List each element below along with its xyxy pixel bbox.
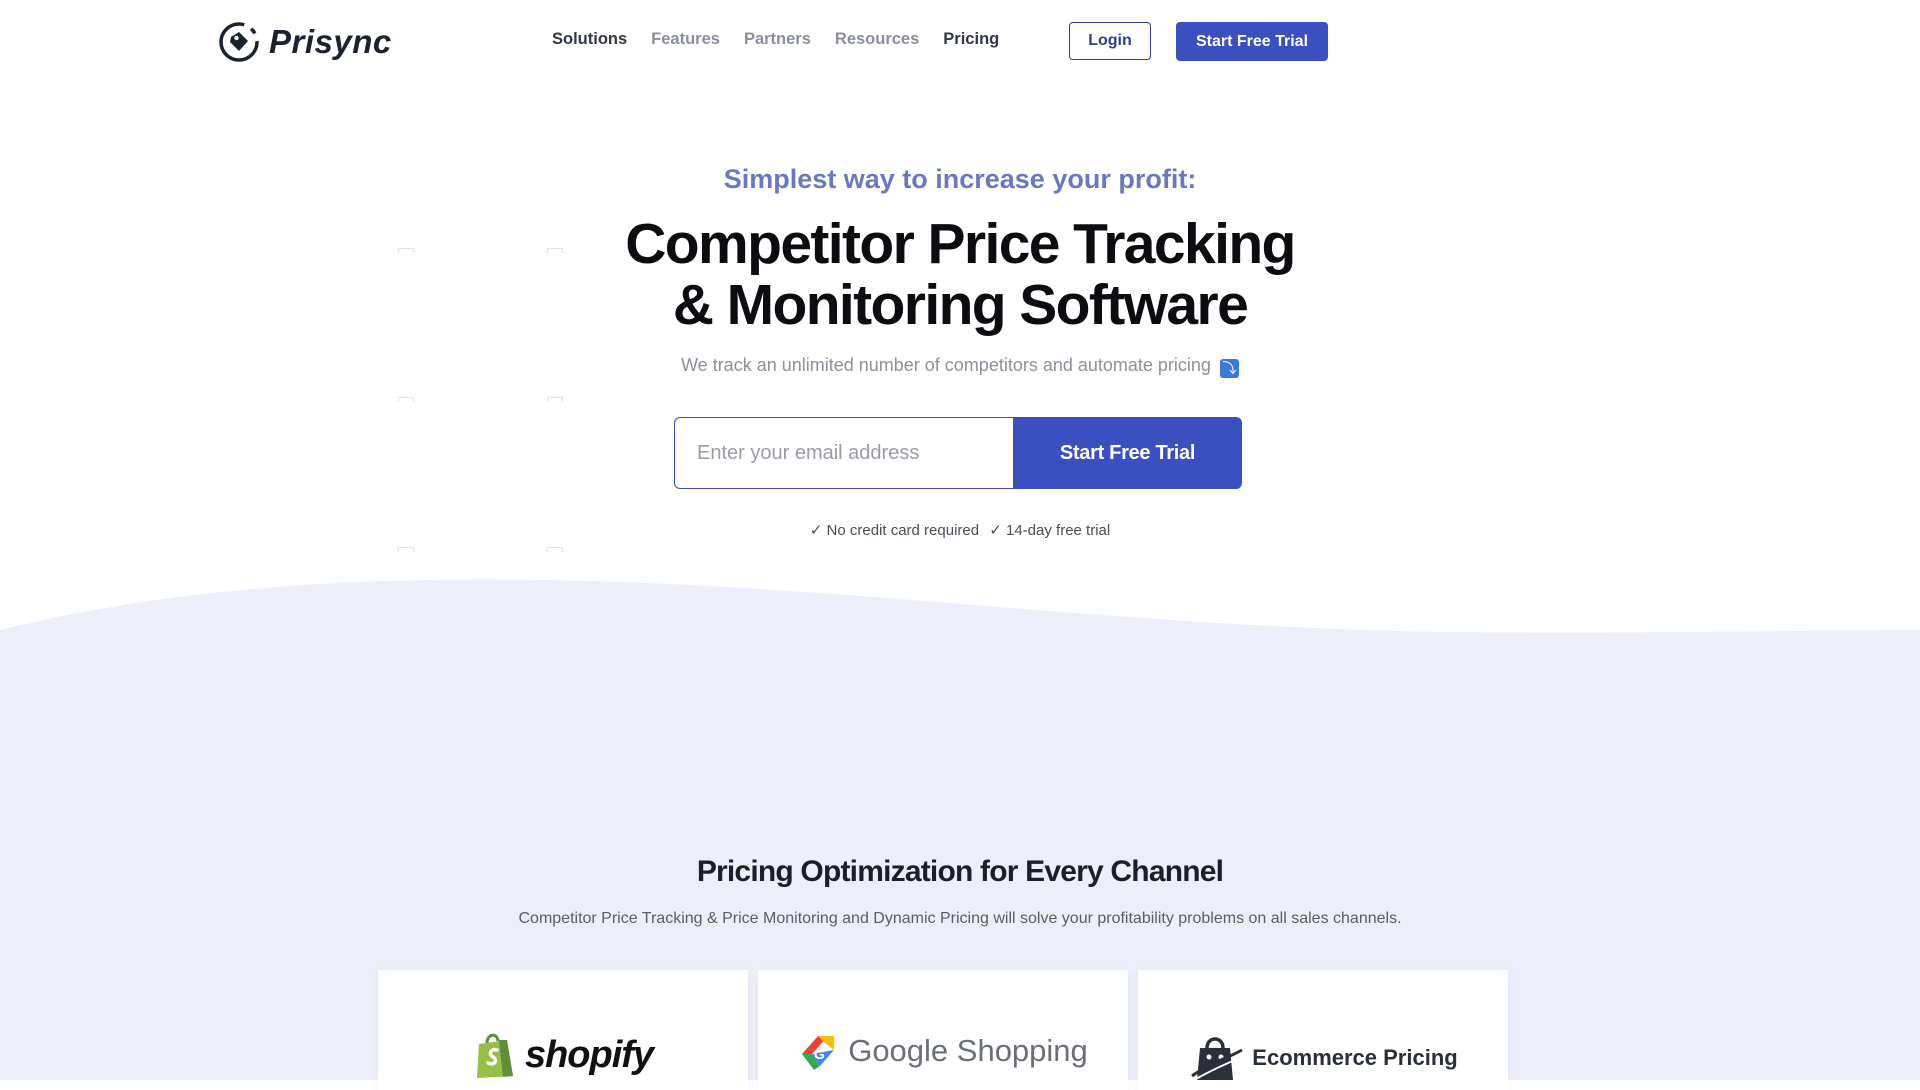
channels-title: Pricing Optimization for Every Channel bbox=[696, 855, 1224, 888]
hero-eyebrow: Simplest way to increase your profit: bbox=[723, 164, 1197, 194]
login-button[interactable]: Login bbox=[1069, 22, 1151, 60]
hero-subtitle: We track an unlimited number of competit… bbox=[0, 355, 1920, 378]
price-tag-logo-icon bbox=[219, 22, 259, 62]
nav-features[interactable]: Features bbox=[651, 30, 720, 49]
channel-card-content: G Google Shopping bbox=[758, 1030, 1128, 1072]
prisync-logo[interactable]: Prisync bbox=[217, 20, 392, 64]
arrow-down-right-icon: ⤵ bbox=[1219, 359, 1239, 378]
shopify-bag-icon bbox=[476, 1033, 513, 1078]
main-nav: Solutions Features Partners Resources Pr… bbox=[552, 30, 999, 49]
decorative-marker bbox=[398, 547, 414, 552]
decorative-marker bbox=[398, 397, 414, 402]
email-input[interactable] bbox=[674, 417, 1014, 489]
shopify-label: shopify bbox=[524, 1033, 654, 1076]
nav-resources[interactable]: Resources bbox=[835, 30, 919, 49]
signup-form: Start Free Trial bbox=[674, 417, 1242, 489]
hero-title-line1: Competitor Price Tracking bbox=[625, 212, 1296, 276]
nav-solutions[interactable]: Solutions bbox=[552, 30, 627, 49]
site-header: Prisync Solutions Features Partners Reso… bbox=[0, 0, 1920, 84]
decorative-marker bbox=[547, 547, 563, 552]
perk-14-day-trial: ✓ 14-day free trial bbox=[989, 522, 1111, 539]
start-free-trial-button[interactable]: Start Free Trial bbox=[1013, 417, 1242, 489]
channel-card-ecommerce-pricing[interactable]: Ecommerce Pricing bbox=[1138, 970, 1508, 1090]
svg-text:G: G bbox=[814, 1046, 825, 1062]
logo-text: Prisync bbox=[269, 23, 392, 60]
hero-title-line2: & Monitoring Software bbox=[672, 273, 1249, 337]
channels-subtitle: Competitor Price Tracking & Price Monito… bbox=[518, 910, 1402, 927]
ecommerce-pricing-label: Ecommerce Pricing bbox=[1252, 1045, 1458, 1070]
perk-no-credit-card: ✓ No credit card required bbox=[809, 522, 980, 539]
ecommerce-bag-icon bbox=[1191, 1037, 1244, 1081]
channel-card-content: shopify bbox=[378, 1030, 748, 1080]
channel-card-shopify[interactable]: shopify bbox=[378, 970, 748, 1090]
decorative-marker bbox=[547, 397, 563, 402]
hero-subtitle-text: We track an unlimited number of competit… bbox=[681, 355, 1211, 375]
nav-partners[interactable]: Partners bbox=[744, 30, 811, 49]
channel-card-content: Ecommerce Pricing bbox=[1138, 1030, 1508, 1086]
channel-card-google-shopping[interactable]: G Google Shopping bbox=[758, 970, 1128, 1090]
hero-title: Competitor Price Tracking & Monitoring S… bbox=[0, 214, 1920, 336]
google-shopping-tag-icon: G bbox=[802, 1036, 835, 1070]
nav-pricing[interactable]: Pricing bbox=[943, 30, 999, 49]
trial-perks: ✓ No credit card required ✓ 14-day free … bbox=[0, 521, 1920, 539]
start-free-trial-header-button[interactable]: Start Free Trial bbox=[1176, 22, 1328, 61]
google-shopping-label: Google Shopping bbox=[848, 1033, 1088, 1068]
